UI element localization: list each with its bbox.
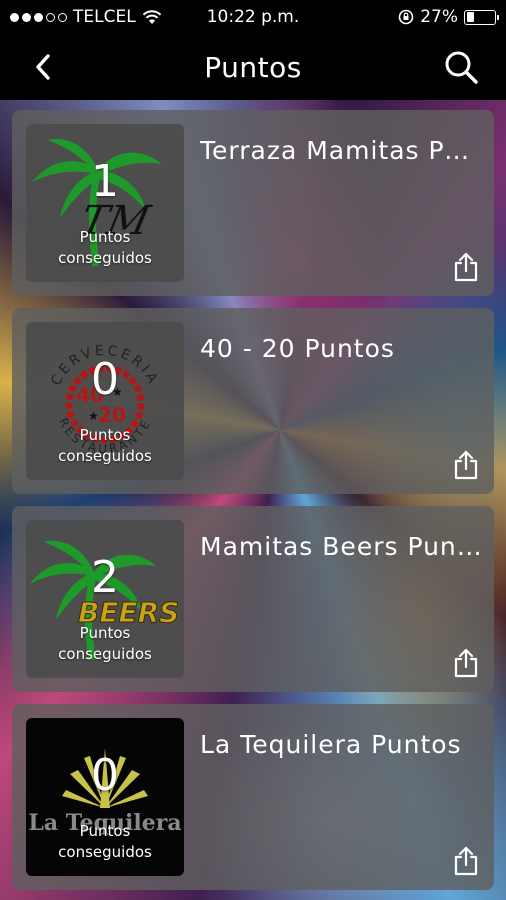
share-icon (454, 450, 478, 480)
svg-text:20: 20 (98, 403, 126, 427)
card-title: La Tequilera Puntos (200, 730, 462, 759)
battery-percent: 27% (420, 7, 458, 27)
search-icon (445, 51, 478, 84)
points-card-mamitas-beers[interactable]: BEERS 2 Puntos conseguidos Mamitas Beers… (12, 506, 494, 692)
share-icon (454, 648, 478, 678)
share-button[interactable] (452, 252, 480, 282)
points-label: Puntos conseguidos (58, 822, 152, 861)
share-button[interactable] (452, 648, 480, 678)
points-card-40-20[interactable]: CERVECERIA 40 20 ★ ★ RESTAURANTE 0 Punto… (12, 308, 494, 494)
carrier-group: TELCEL (10, 7, 398, 27)
nav-bar: Puntos (0, 34, 506, 100)
venue-logo-thumbnail: La Tequilera 0 Puntos conseguidos (26, 718, 184, 876)
page-title: Puntos (204, 50, 302, 84)
search-button[interactable] (442, 48, 480, 86)
points-card-la-tequilera[interactable]: La Tequilera 0 Puntos conseguidos La Teq… (12, 704, 494, 890)
signal-strength-icon (10, 12, 67, 22)
points-value: 0 (91, 750, 119, 801)
svg-text:★: ★ (88, 409, 99, 423)
back-button[interactable] (28, 50, 62, 84)
venue-logo-thumbnail: BEERS 2 Puntos conseguidos (26, 520, 184, 678)
chevron-left-icon (36, 54, 50, 80)
points-value: 2 (91, 552, 119, 603)
rotation-lock-icon (398, 9, 414, 25)
status-bar: TELCEL 10:22 p.m. 27% (0, 0, 506, 34)
carrier-name: TELCEL (73, 7, 136, 27)
venue-logo-thumbnail: CERVECERIA 40 20 ★ ★ RESTAURANTE 0 Punto… (26, 322, 184, 480)
battery-icon (464, 9, 499, 25)
venue-logo-thumbnail: TM 1 Puntos conseguidos (26, 124, 184, 282)
points-card-terraza-mamitas[interactable]: TM 1 Puntos conseguidos Terraza Mamitas … (12, 110, 494, 296)
points-label: Puntos conseguidos (58, 624, 152, 663)
card-title: Terraza Mamitas Puntos (200, 136, 484, 165)
points-label: Puntos conseguidos (58, 426, 152, 465)
wifi-icon (142, 9, 161, 24)
share-icon (454, 846, 478, 876)
share-button[interactable] (452, 450, 480, 480)
points-value: 0 (91, 354, 119, 405)
battery-group: 27% (398, 7, 499, 27)
points-list: TM 1 Puntos conseguidos Terraza Mamitas … (12, 110, 494, 900)
share-button[interactable] (452, 846, 480, 876)
card-title: 40 - 20 Puntos (200, 334, 395, 363)
card-title: Mamitas Beers Puntos (200, 532, 484, 561)
points-screen: TELCEL 10:22 p.m. 27% Puntos TM 1 Puntos… (0, 0, 506, 900)
points-value: 1 (91, 156, 119, 207)
points-label: Puntos conseguidos (58, 228, 152, 267)
share-icon (454, 252, 478, 282)
